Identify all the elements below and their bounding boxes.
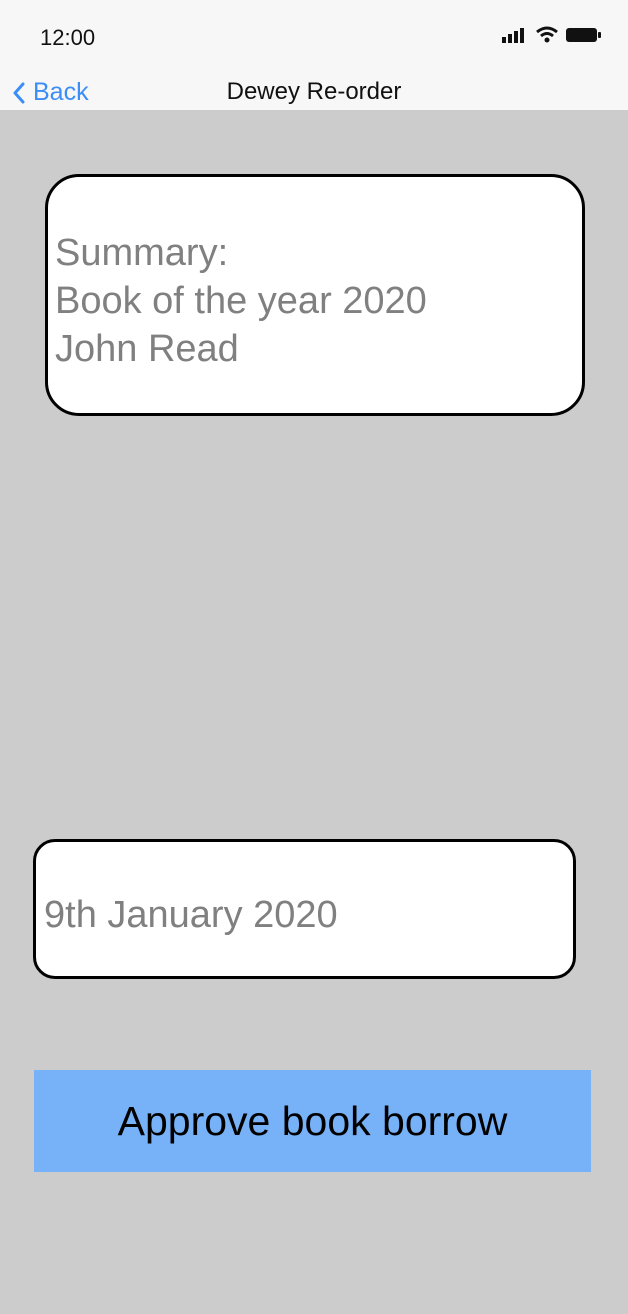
summary-label: Summary: — [55, 232, 229, 274]
cellular-signal-icon — [502, 27, 524, 43]
battery-icon — [566, 27, 601, 42]
book-title: Book of the year 2020 — [55, 280, 427, 322]
status-time: 12:00 — [40, 25, 96, 50]
summary-card: Summary: Book of the year 2020 John Read — [45, 174, 585, 416]
status-icons — [502, 26, 602, 43]
date-value: 9th January 2020 — [44, 894, 338, 936]
nav-bar: Back Dewey Re-order — [0, 72, 628, 110]
approve-book-borrow-button[interactable]: Approve book borrow — [34, 1070, 591, 1172]
book-author: John Read — [55, 328, 239, 370]
wifi-icon — [536, 26, 558, 43]
page-title: Dewey Re-order — [226, 78, 402, 105]
date-field[interactable]: 9th January 2020 — [33, 839, 576, 979]
status-bar: 12:00 — [0, 0, 628, 72]
